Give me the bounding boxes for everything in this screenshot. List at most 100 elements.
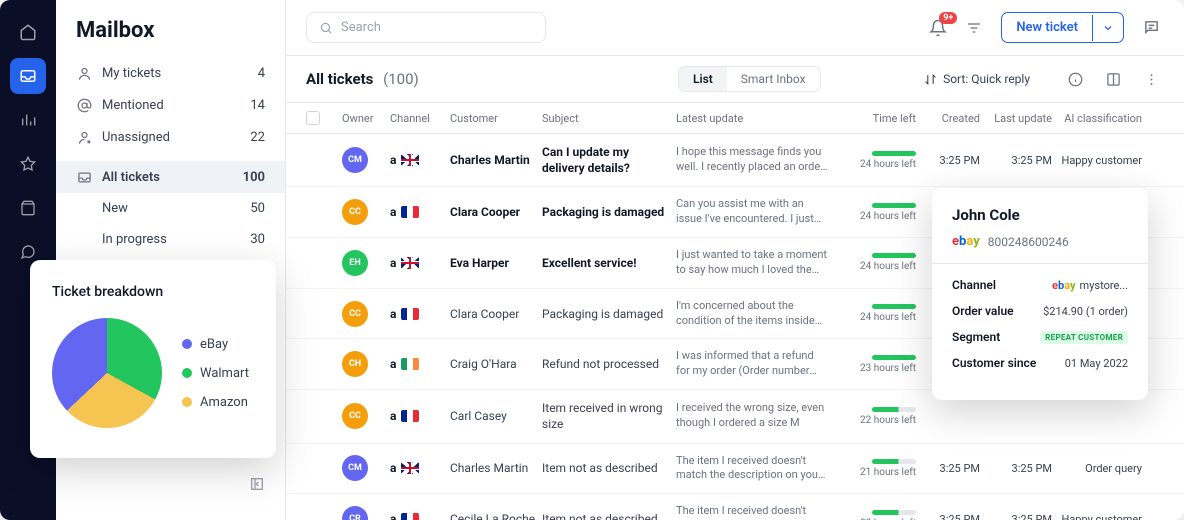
table-row[interactable]: CMaCharles MartinCan I update my deliver… xyxy=(286,134,1184,187)
customer-cell: Charles Martin xyxy=(450,461,542,475)
customer-cell: Craig O'Hara xyxy=(450,357,542,371)
customer-cell: Clara Cooper xyxy=(450,205,542,219)
sidebar-item-unassigned[interactable]: Unassigned22 xyxy=(56,121,285,153)
sidebar-item-new[interactable]: New50 xyxy=(56,193,285,224)
legend-item: eBay xyxy=(182,337,249,352)
legend-item: Walmart xyxy=(182,366,249,381)
owner-avatar: CR xyxy=(342,506,368,520)
sort-button[interactable]: Sort: Quick reply xyxy=(924,72,1030,86)
inbox-icon xyxy=(76,169,92,185)
legend-dot-icon xyxy=(182,339,192,349)
pie-chart xyxy=(52,318,162,428)
ai-cell: Order query xyxy=(1052,462,1142,475)
subject-cell: Item not as described xyxy=(542,460,676,476)
flag-icon xyxy=(401,513,419,520)
ebay-logo-icon: ebay xyxy=(1052,279,1076,292)
search-icon xyxy=(319,21,333,35)
home-icon[interactable] xyxy=(10,14,46,50)
breakdown-title: Ticket breakdown xyxy=(52,284,254,300)
search-input[interactable]: Search xyxy=(306,12,546,43)
channel-cell: a xyxy=(390,256,450,270)
latest-cell: The item I received doesn't match the de… xyxy=(676,454,836,484)
latest-cell: I was informed that a refund for my orde… xyxy=(676,349,836,379)
channel-cell: a xyxy=(390,409,450,423)
amazon-icon: a xyxy=(390,357,396,371)
notifications-button[interactable]: 9+ xyxy=(929,19,947,37)
flag-icon xyxy=(401,410,419,422)
time-bar xyxy=(872,151,916,156)
time-left: 23 hours left xyxy=(836,363,916,374)
channel-cell: a xyxy=(390,205,450,219)
chevron-down-icon[interactable] xyxy=(1092,15,1123,41)
star-icon[interactable] xyxy=(10,146,46,182)
legend-dot-icon xyxy=(182,397,192,407)
inbox-icon[interactable] xyxy=(10,58,46,94)
analytics-icon[interactable] xyxy=(10,102,46,138)
at-icon xyxy=(76,97,92,113)
latest-cell: I'm concerned about the condition of the… xyxy=(676,299,836,329)
subject-cell: Refund not processed xyxy=(542,356,676,372)
bag-icon[interactable] xyxy=(10,190,46,226)
customer-card: John Cole ebay 800248600246 Channelebaym… xyxy=(932,188,1148,400)
updated-cell: 3:25 PM xyxy=(980,462,1052,475)
table-row[interactable]: CM a Charles MartinItem not as describedTh… xyxy=(286,444,1184,495)
flag-icon xyxy=(401,257,419,269)
latest-cell: Can you assist me with an issue I've enc… xyxy=(676,197,836,227)
created-cell: 3:25 PM xyxy=(916,462,980,475)
notifications-badge: 9+ xyxy=(939,12,957,24)
subject-cell: Item received in wrong size xyxy=(542,400,676,432)
channel-cell: a xyxy=(390,512,450,520)
sidebar-item-in-progress[interactable]: In progress30 xyxy=(56,224,285,255)
subject-cell: Can I update my delivery details? xyxy=(542,144,676,176)
sidebar-item-mentioned[interactable]: Mentioned14 xyxy=(56,89,285,121)
view-list[interactable]: List xyxy=(679,67,727,91)
legend-dot-icon xyxy=(182,368,192,378)
owner-avatar: CC xyxy=(342,199,368,225)
channel-cell: a xyxy=(390,307,450,321)
select-all-checkbox[interactable] xyxy=(306,111,320,125)
view-smart[interactable]: Smart Inbox xyxy=(727,67,820,91)
ai-cell: Happy customer xyxy=(1052,154,1142,167)
customer-cell: Carl Casey xyxy=(450,409,542,423)
amazon-icon: a xyxy=(390,512,396,520)
flag-icon xyxy=(401,154,419,166)
amazon-icon: a xyxy=(390,307,396,321)
flag-icon xyxy=(401,462,419,474)
message-icon[interactable] xyxy=(1138,15,1164,41)
sidebar-item-all-tickets[interactable]: All tickets100 xyxy=(56,161,285,193)
latest-cell: I hope this message finds you well. I re… xyxy=(676,145,836,175)
flag-icon xyxy=(401,308,419,320)
flag-icon xyxy=(401,358,419,370)
time-left: 22 hours left xyxy=(836,415,916,426)
updated-cell: 3:25 PM xyxy=(980,154,1052,167)
info-icon[interactable] xyxy=(1062,66,1088,92)
layout-icon[interactable] xyxy=(1100,66,1126,92)
amazon-icon: a xyxy=(390,409,396,423)
table-row[interactable]: CRaCecile La RocheItem not as describedT… xyxy=(286,494,1184,520)
created-cell: 3:25 PM xyxy=(916,154,980,167)
view-toggle: List Smart Inbox xyxy=(678,66,821,92)
time-left: 24 hours left xyxy=(836,261,916,272)
amazon-icon: a xyxy=(390,461,396,475)
sidebar-item-my-tickets[interactable]: My tickets4 xyxy=(56,57,285,89)
owner-avatar: CM xyxy=(342,455,368,481)
table-header: Owner Channel Customer Subject Latest up… xyxy=(286,102,1184,134)
time-bar xyxy=(872,253,916,258)
channel-cell: a xyxy=(390,153,450,167)
amazon-icon: a xyxy=(390,256,396,270)
subject-cell: Packaging is damaged xyxy=(542,306,676,322)
customer-cell: Charles Martin xyxy=(450,153,542,167)
new-ticket-button[interactable]: New ticket xyxy=(1001,12,1124,43)
legend-item: Amazon xyxy=(182,395,249,410)
time-bar xyxy=(872,355,916,360)
filter-icon[interactable] xyxy=(961,15,987,41)
more-icon[interactable] xyxy=(1138,66,1164,92)
latest-cell: The item I received doesn't match the de… xyxy=(676,504,836,520)
created-cell: 3:25 PM xyxy=(916,513,980,520)
ai-cell: Happy customer xyxy=(1052,513,1142,520)
time-bar xyxy=(872,203,916,208)
collapse-icon[interactable] xyxy=(56,466,285,502)
owner-avatar: CC xyxy=(342,403,368,429)
topbar: Search 9+ New ticket xyxy=(286,0,1184,55)
owner-avatar: CC xyxy=(342,301,368,327)
